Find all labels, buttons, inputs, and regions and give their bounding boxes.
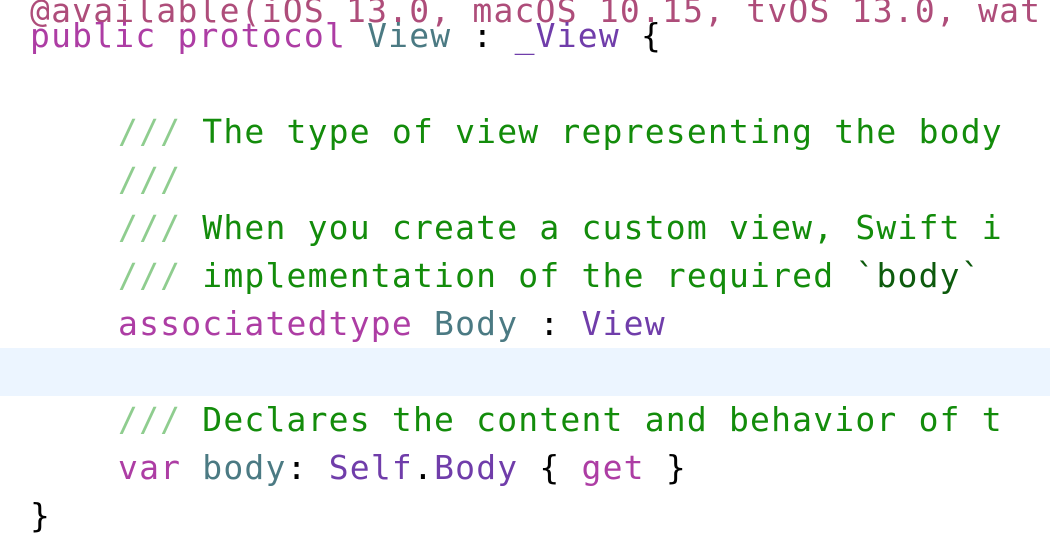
code-line-6: /// When you create a custom view, Swift… (0, 204, 1050, 252)
open-brace-token: { (518, 448, 582, 487)
code-line-5: /// (0, 156, 1050, 204)
code-line-8: associatedtype Body : View (0, 300, 1050, 348)
colon-token: : (518, 304, 582, 343)
colon-token: : (451, 16, 515, 55)
code-editor[interactable]: @available(iOS 13.0, macOS 10.15, tvOS 1… (0, 0, 1050, 558)
superprotocol-name: _View (514, 16, 620, 55)
property-name: body (202, 448, 287, 487)
self-type: Self (328, 448, 413, 487)
doc-comment-text: The type of view representing the body (181, 112, 1003, 151)
keyword-associatedtype: associatedtype (118, 304, 413, 343)
doc-comment-text: Declares the content and behavior of t (181, 400, 1003, 439)
open-brace-token: { (619, 16, 663, 55)
doc-comment-code: `body` (855, 256, 982, 295)
code-line-4: /// The type of view representing the bo… (0, 108, 1050, 156)
keyword-get: get (581, 448, 645, 487)
code-line-10: /// Declares the content and behavior of… (0, 396, 1050, 444)
code-line-7: /// implementation of the required `body… (0, 252, 1050, 300)
doc-comment-slashes: /// (118, 160, 182, 199)
current-line-highlight[interactable] (0, 348, 1050, 396)
body-type: Body (434, 448, 519, 487)
closing-brace: } (30, 496, 52, 535)
close-brace-token: } (644, 448, 687, 487)
dot-token: . (412, 448, 435, 487)
keyword-protocol: protocol (177, 16, 347, 55)
code-line-11: var body: Self.Body { get } (0, 444, 1050, 492)
doc-comment-slashes: /// (118, 256, 182, 295)
doc-comment-text: When you create a custom view, Swift i (181, 208, 1003, 247)
protocol-name: View (367, 16, 452, 55)
constraint-type: View (581, 304, 666, 343)
code-line-2: public protocol View : _View { (0, 12, 1050, 60)
colon-token: : (286, 448, 329, 487)
doc-comment-slashes: /// (118, 400, 182, 439)
doc-comment-text: implementation of the required (181, 256, 856, 295)
code-line-12: } (0, 492, 1050, 540)
keyword-public: public (30, 16, 157, 55)
doc-comment-slashes: /// (118, 208, 182, 247)
keyword-var: var (118, 448, 182, 487)
associated-type-name: Body (434, 304, 519, 343)
doc-comment-slashes: /// (118, 112, 182, 151)
